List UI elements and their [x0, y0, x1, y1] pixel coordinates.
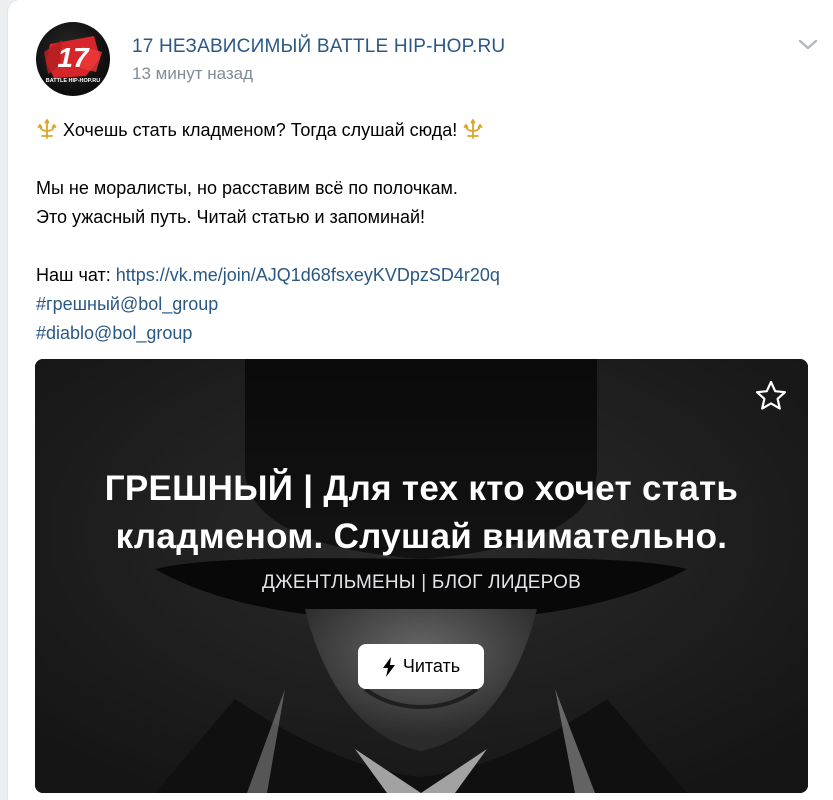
post-line-1: Хочешь стать кладменом? Тогда слушай сюд…	[36, 116, 806, 145]
post-headline-text: Хочешь стать кладменом? Тогда слушай сюд…	[63, 120, 458, 140]
article-title: ГРЕШНЫЙ | Для тех кто хочет стать кладме…	[35, 465, 808, 561]
group-logo: 17 BATTLE HIP-HOP.RU	[44, 36, 102, 84]
article-title-line-1: ГРЕШНЫЙ | Для тех кто хочет стать	[104, 469, 739, 508]
post-card: 17 BATTLE HIP-HOP.RU 17 НЕЗАВИСИМЫЙ BATT…	[8, 0, 833, 800]
article-card[interactable]: ГРЕШНЫЙ | Для тех кто хочет стать кладме…	[35, 359, 808, 793]
group-name-link[interactable]: 17 НЕЗАВИСИМЫЙ BATTLE HIP-HOP.RU	[132, 36, 505, 58]
post-line-2: Мы не моралисты, но расставим всё по пол…	[36, 178, 458, 198]
lightning-icon	[382, 656, 395, 677]
post-line-3: Это ужасный путь. Читай статью и запомин…	[36, 207, 426, 227]
avatar-number: 17	[57, 42, 90, 73]
read-button[interactable]: Читать	[358, 644, 484, 689]
chat-link[interactable]: https://vk.me/join/AJQ1d68fsxeyKVDpzSD4r…	[116, 265, 500, 285]
star-icon[interactable]	[754, 379, 788, 413]
article-title-line-2: кладменом. Слушай внимательно.	[115, 517, 728, 556]
trident-emoji-icon	[37, 119, 57, 139]
article-author: ДЖЕНТЛЬМЕНЫ | БЛОГ ЛИДЕРОВ	[262, 572, 581, 593]
hashtag-link[interactable]: #diablo@bol_group	[36, 323, 192, 343]
hashtag-link[interactable]: #грешный@bol_group	[36, 294, 218, 314]
chevron-down-icon[interactable]	[797, 38, 819, 52]
post-time[interactable]: 13 минут назад	[132, 64, 253, 84]
avatar[interactable]: 17 BATTLE HIP-HOP.RU	[36, 22, 110, 96]
chat-label: Наш чат:	[36, 265, 111, 285]
trident-emoji-icon	[463, 119, 483, 139]
read-button-label: Читать	[402, 656, 461, 676]
chat-line: Наш чат: https://vk.me/join/AJQ1d68fsxey…	[36, 261, 806, 290]
avatar-caption: BATTLE HIP-HOP.RU	[46, 78, 101, 84]
post-text: Хочешь стать кладменом? Тогда слушай сюд…	[36, 116, 806, 348]
post-header: 17 BATTLE HIP-HOP.RU 17 НЕЗАВИСИМЫЙ BATT…	[8, 0, 833, 110]
